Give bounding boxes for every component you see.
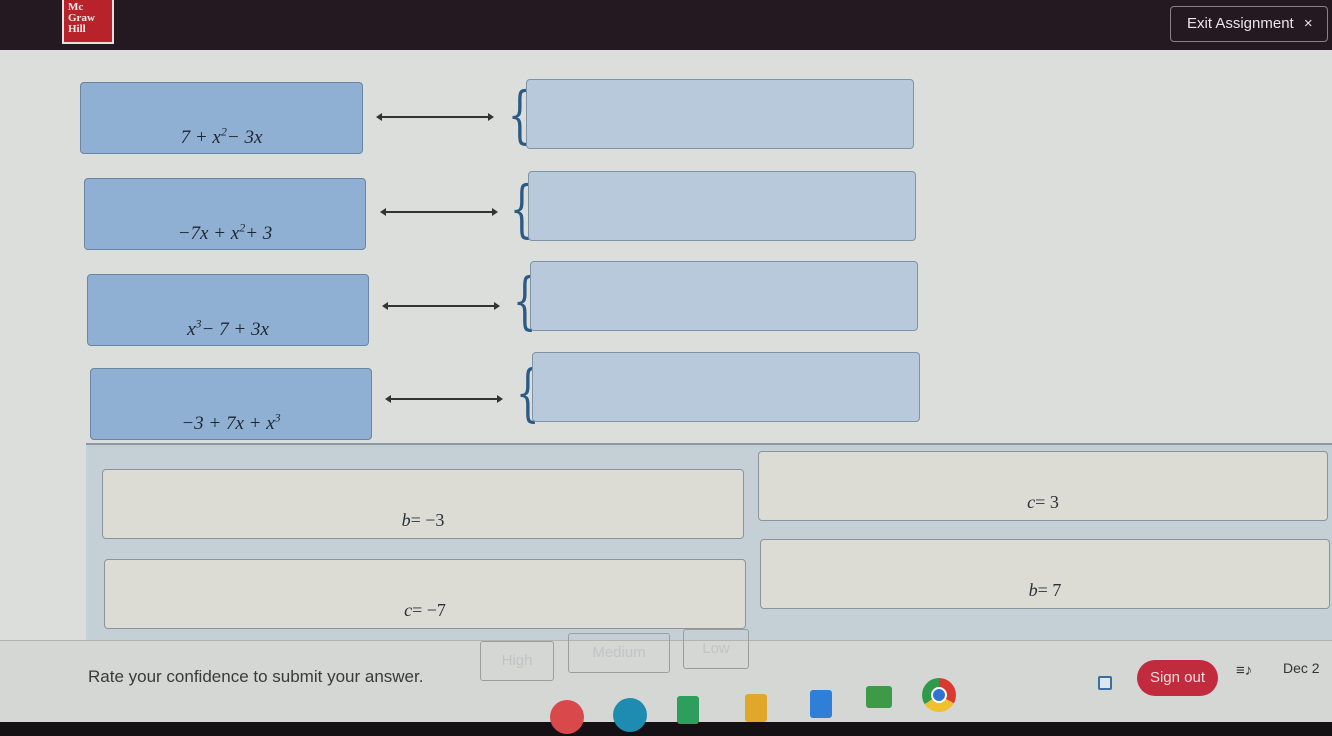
term-card[interactable]: −7x + x2 + 3 [84, 178, 366, 250]
answer-dropzone[interactable] [528, 171, 916, 241]
google-slides-icon[interactable] [745, 694, 767, 722]
palette-app-icon[interactable] [550, 700, 584, 734]
answer-dropzone[interactable] [526, 79, 914, 149]
answer-dropzone[interactable] [532, 352, 920, 422]
google-classroom-icon[interactable] [866, 686, 892, 708]
date-display[interactable]: Dec 2 [1283, 660, 1320, 676]
google-sheets-icon[interactable] [677, 696, 699, 724]
confidence-high-button[interactable]: High [480, 641, 554, 681]
chrome-icon[interactable] [922, 678, 956, 712]
answer-dropzone[interactable] [530, 261, 918, 331]
term-card[interactable]: x3 − 7 + 3x [87, 274, 369, 346]
double-arrow-icon [376, 112, 494, 122]
term-card[interactable]: −3 + 7x + x3 [90, 368, 372, 440]
double-arrow-icon [382, 301, 500, 311]
confidence-medium-button[interactable]: Medium [568, 633, 670, 673]
confidence-prompt: Rate your confidence to submit your answ… [88, 667, 424, 686]
close-icon: × [1303, 15, 1313, 32]
exit-assignment-button[interactable]: Exit Assignment × [1170, 6, 1328, 42]
confidence-low-button[interactable]: Low [683, 629, 749, 669]
double-arrow-icon [380, 207, 498, 217]
answer-tile[interactable]: c = 3 [758, 451, 1328, 521]
answer-tile[interactable]: c = −7 [104, 559, 746, 629]
media-controls-icon[interactable]: ≡♪ [1236, 662, 1252, 679]
confidence-bar: Rate your confidence to submit your answ… [0, 629, 1332, 722]
sign-out-button[interactable]: Sign out [1137, 660, 1218, 696]
answer-tile[interactable]: b = 7 [760, 539, 1330, 609]
notes-icon[interactable] [1098, 676, 1112, 690]
google-docs-icon[interactable] [810, 690, 832, 718]
screencast-app-icon[interactable] [613, 698, 647, 732]
exit-assignment-label: Exit Assignment [1187, 15, 1294, 32]
mcgraw-hill-logo: Mc Graw Hill [62, 0, 114, 44]
double-arrow-icon [385, 394, 503, 404]
term-card[interactable]: 7 + x2 − 3x [80, 82, 363, 154]
answer-tile[interactable]: b = −3 [102, 469, 744, 539]
top-bar: Mc Graw Hill Exit Assignment × [0, 0, 1332, 50]
answer-bank: b = −3 c = 3 c = −7 b = 7 [86, 443, 1332, 643]
